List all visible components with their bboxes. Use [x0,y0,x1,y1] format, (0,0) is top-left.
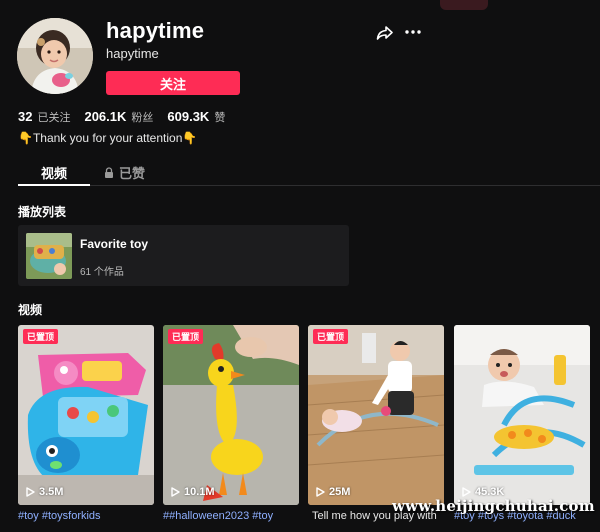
video-thumbnail [18,325,154,505]
stat-following[interactable]: 32 已关注 [18,109,70,125]
view-count-value: 25M [329,486,351,498]
video-caption[interactable]: ##halloween2023 #toy [163,510,303,522]
video-card[interactable]: 已置顶 3.5M [18,325,154,505]
follow-button[interactable]: 关注 [106,71,240,95]
playlist-title: Favorite toy [80,237,149,251]
tab-videos[interactable]: 视频 [18,158,90,186]
likes-label: 赞 [214,112,226,124]
playlist-count: 61 个作品 [80,267,124,278]
video-card[interactable]: 已置顶 25M [308,325,444,505]
watermark-text: www.heijingchuhai.com [392,497,595,515]
following-count: 32 [18,109,33,124]
view-count: 3.5M [26,486,63,498]
hand-pointing-down-icon: 👇 [18,131,33,145]
tab-liked[interactable]: 已赞 [104,158,145,186]
active-tab-indicator [18,184,90,186]
playlist-card[interactable]: Favorite toy 61 个作品 [18,225,349,286]
avatar[interactable] [17,18,93,94]
following-label: 已关注 [37,112,71,124]
video-thumbnail [308,325,444,505]
stat-followers[interactable]: 206.1K 粉丝 [84,109,153,125]
pinned-badge: 已置顶 [313,329,349,344]
likes-count: 609.3K [167,109,210,124]
lock-icon [105,166,113,178]
profile-nickname: hapytime [106,46,159,61]
tab-liked-label: 已赞 [119,165,146,181]
view-count: 10.1M [171,486,215,498]
profile-username: hapytime [106,18,205,43]
playlist-thumbnail [26,233,72,279]
avatar-image [17,18,93,94]
share-icon[interactable] [376,25,394,41]
view-count-value: 10.1M [184,486,215,498]
hand-pointing-down-icon: 👇 [182,131,198,145]
pinned-badge: 已置顶 [23,329,59,344]
view-count-value: 3.5M [39,486,64,498]
bio-text: Thank you for your attention [32,131,183,145]
stat-likes: 609.3K 赞 [167,109,225,125]
followers-count: 206.1K [84,109,127,124]
view-count: 25M [316,486,350,498]
more-icon[interactable] [404,24,422,40]
profile-stats: 32 已关注 206.1K 粉丝 609.3K 赞 [18,109,239,125]
profile-tabs: 视频 已赞 [18,158,600,186]
video-thumbnail [163,325,299,505]
video-thumbnail [454,325,590,505]
pinned-badge: 已置顶 [168,329,204,344]
followers-label: 粉丝 [131,112,154,124]
video-card[interactable]: 已置顶 10.1M [163,325,299,505]
top-bar-fragment [440,0,488,10]
video-card[interactable]: 45.3K [454,325,590,505]
play-icon [316,487,325,497]
play-icon [462,487,471,497]
videos-heading: 视频 [18,303,43,317]
tab-videos-label: 视频 [40,165,67,181]
playlists-heading: 播放列表 [18,205,67,219]
profile-bio: 👇 Thank you for your attention 👇 [18,131,197,145]
video-caption[interactable]: #toy #toysforkids [18,510,158,522]
play-icon [26,487,35,497]
play-icon [171,487,180,497]
